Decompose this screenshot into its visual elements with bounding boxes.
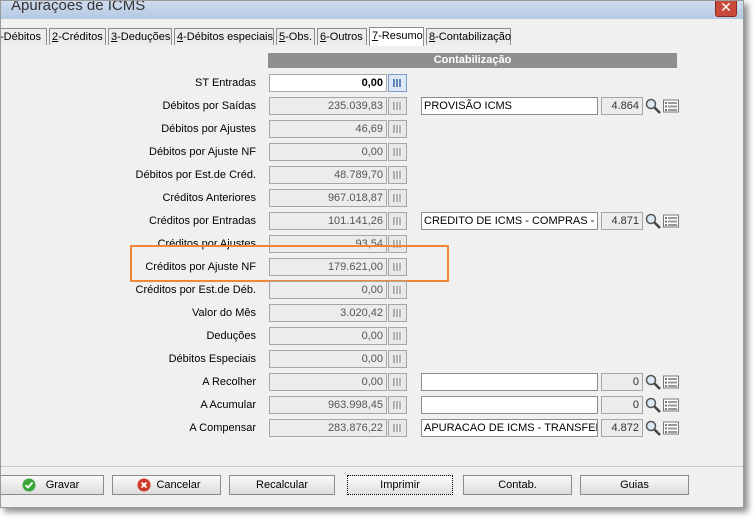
a-compensar-field: 283.876,22 (269, 419, 387, 437)
creditos-est-deb-field: 0,00 (269, 281, 387, 299)
list-icon[interactable] (662, 373, 680, 391)
row-label: A Recolher (202, 376, 256, 388)
contab-button[interactable]: Contab. (463, 475, 572, 495)
account-name-field[interactable]: APURACAO DE ICMS - TRANSFEREN (421, 419, 598, 437)
row-label: Débitos por Est.de Créd. (135, 169, 256, 181)
search-icon[interactable] (644, 373, 662, 391)
a-recolher-field: 0,00 (269, 373, 387, 391)
check-icon (22, 478, 36, 492)
gravar-button[interactable]: Gravar (1, 475, 104, 495)
tab-creditos[interactable]: 2-Créditos (49, 28, 106, 45)
row-label: A Compensar (189, 422, 256, 434)
calculator-icon[interactable] (388, 396, 407, 414)
search-icon[interactable] (644, 212, 662, 230)
row-label: ST Entradas (195, 77, 256, 89)
calculator-icon[interactable] (388, 258, 407, 276)
imprimir-button[interactable]: Imprimir (347, 475, 453, 495)
icms-apuracao-window: Apurações de ICMS ✕ -Débitos 2-Créditos … (0, 0, 744, 508)
list-icon[interactable] (662, 396, 680, 414)
account-name-field[interactable] (421, 396, 598, 414)
row-label: Valor do Mês (192, 307, 256, 319)
list-icon[interactable] (662, 212, 680, 230)
creditos-anteriores-field: 967.018,87 (269, 189, 387, 207)
creditos-ajustes-field: 93,54 (269, 235, 387, 253)
row-label: A Acumular (200, 399, 256, 411)
calculator-icon[interactable] (388, 373, 407, 391)
account-code-field: 4.872 (601, 419, 643, 437)
row-label: Débitos Especiais (168, 353, 256, 365)
calculator-icon[interactable] (388, 166, 407, 184)
tab-deducoes[interactable]: 3-Deduções (108, 28, 172, 45)
calculator-icon[interactable] (388, 304, 407, 322)
row-label: Débitos por Ajustes (161, 123, 256, 135)
account-code-field: 4.864 (601, 97, 643, 115)
a-acumular-field: 963.998,45 (269, 396, 387, 414)
search-icon[interactable] (644, 396, 662, 414)
resumo-panel: Contabilização ST Entradas 0,00 Débitos … (1, 46, 743, 458)
calculator-icon[interactable] (388, 120, 407, 138)
tab-debitos[interactable]: -Débitos (1, 28, 47, 45)
debitos-est-cred-field: 48.789,70 (269, 166, 387, 184)
account-code-field: 4.871 (601, 212, 643, 230)
search-icon[interactable] (644, 419, 662, 437)
tab-contabilizacao[interactable]: 8-Contabilização (426, 28, 511, 45)
calculator-icon[interactable] (388, 97, 407, 115)
recalcular-button[interactable]: Recalcular (229, 475, 335, 495)
row-label: Créditos por Ajuste NF (145, 261, 256, 273)
tab-strip: -Débitos 2-Créditos 3-Deduções 4-Débitos… (1, 27, 743, 47)
list-icon[interactable] (662, 97, 680, 115)
account-name-field[interactable]: CREDITO DE ICMS - COMPRAS - (421, 212, 598, 230)
row-label: Deduções (206, 330, 256, 342)
calculator-icon[interactable] (388, 235, 407, 253)
calculator-icon[interactable] (388, 327, 407, 345)
row-label: Créditos por Ajustes (157, 238, 256, 250)
calculator-icon[interactable] (388, 350, 407, 368)
contabilizacao-header: Contabilização (268, 53, 677, 68)
tab-obs[interactable]: 5-Obs. (276, 28, 315, 45)
row-label: Créditos Anteriores (162, 192, 256, 204)
search-icon[interactable] (644, 97, 662, 115)
row-label: Créditos por Est.de Déb. (135, 284, 256, 296)
calculator-icon[interactable] (388, 143, 407, 161)
cancelar-button[interactable]: Cancelar (112, 475, 221, 495)
account-name-field[interactable] (421, 373, 598, 391)
window-title: Apurações de ICMS (11, 0, 146, 14)
creditos-entradas-field: 101.141,26 (269, 212, 387, 230)
guias-button[interactable]: Guias (580, 475, 689, 495)
footer-separator (1, 466, 743, 467)
cancel-icon (137, 478, 151, 492)
debitos-especiais-field: 0,00 (269, 350, 387, 368)
valor-mes-field: 3.020,42 (269, 304, 387, 322)
account-name-field[interactable]: PROVISÃO ICMS (421, 97, 598, 115)
account-code-field: 0 (601, 373, 643, 391)
debitos-ajuste-nf-field: 0,00 (269, 143, 387, 161)
calculator-icon[interactable] (388, 212, 407, 230)
debitos-ajustes-field: 46,69 (269, 120, 387, 138)
calculator-icon[interactable] (388, 189, 407, 207)
row-label: Débitos por Ajuste NF (149, 146, 256, 158)
tab-debitos-especiais[interactable]: 4-Débitos especiais (174, 28, 274, 45)
deducoes-field: 0,00 (269, 327, 387, 345)
debitos-saidas-field: 235.039,83 (269, 97, 387, 115)
close-button[interactable]: ✕ (715, 1, 737, 17)
calculator-icon[interactable] (388, 419, 407, 437)
list-icon[interactable] (662, 419, 680, 437)
account-code-field: 0 (601, 396, 643, 414)
row-label: Créditos por Entradas (149, 215, 256, 227)
tab-outros[interactable]: 6-Outros (317, 28, 367, 45)
title-bar: Apurações de ICMS ✕ (1, 1, 743, 19)
creditos-ajuste-nf-field: 179.621,00 (269, 258, 387, 276)
tab-resumo[interactable]: 7-Resumo (369, 27, 424, 47)
calculator-icon[interactable] (388, 74, 407, 92)
st-entradas-field[interactable]: 0,00 (269, 74, 387, 92)
calculator-icon[interactable] (388, 281, 407, 299)
row-label: Débitos por Saídas (162, 100, 256, 112)
